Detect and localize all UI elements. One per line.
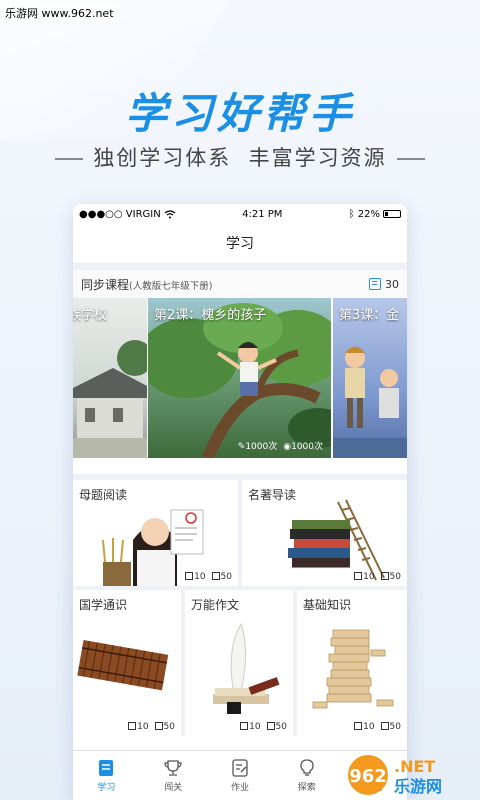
doc-icon	[211, 572, 220, 580]
divider-dash	[55, 158, 84, 160]
lesson-caption-current: 第2课：槐乡的孩子	[154, 308, 267, 323]
bamboo-slips-image	[77, 639, 169, 691]
clock-icon	[354, 572, 363, 580]
tile-stats: 10 50	[240, 722, 287, 732]
tab-challenge[interactable]: 闯关	[140, 751, 207, 800]
lesson-card-next[interactable]: 第3课：金	[333, 298, 407, 458]
jenga-tower-image	[312, 629, 394, 709]
divider-dash	[396, 158, 425, 160]
tab-explore[interactable]: 探索	[273, 751, 340, 800]
lesson-carousel[interactable]: 民族学校 第2课：槐乡的孩子 ✎1000次 ◉1000次	[73, 298, 407, 460]
tile-essay-writing[interactable]: 万能作文 10 50	[185, 590, 293, 736]
trophy-icon	[164, 759, 182, 776]
brand-logo-image: 962 .NET 乐游网	[348, 755, 442, 796]
lightbulb-icon	[300, 758, 314, 776]
page-title: 学习	[73, 224, 407, 264]
tile-topic-reading[interactable]: 母题阅读 10 50	[73, 480, 238, 586]
sync-course-header[interactable]: 同步课程(人教版七年级下册) 30	[73, 270, 407, 298]
tab-label: 闯关	[164, 782, 183, 793]
hero-subtitle: 独创学习体系 丰富学习资源	[0, 142, 480, 172]
view-count: ◉1000次	[283, 442, 323, 452]
clock-icon	[128, 722, 137, 730]
site-watermark: 乐游网 www.962.net	[2, 4, 117, 22]
lesson-count-value: 30	[385, 277, 399, 291]
lesson-caption-prev: 民族学校	[73, 308, 108, 323]
hero-subtitle-left: 独创学习体系	[93, 146, 232, 170]
tile-chinese-culture[interactable]: 国学通识 10 50	[73, 590, 181, 736]
girl-reading-image	[102, 509, 204, 586]
lesson-caption-next: 第3课：金	[339, 308, 400, 323]
book-icon	[99, 759, 114, 776]
tab-label: 学习	[97, 782, 116, 793]
list-icon	[369, 278, 381, 290]
tile-stats: 10 50	[354, 722, 401, 732]
lesson-stats: ✎1000次 ◉1000次	[238, 439, 323, 452]
category-grid: 母题阅读 10 50 名著导读 10 50 国学通识 10 50 万能作文 10…	[73, 474, 407, 736]
doc-icon	[154, 722, 163, 730]
tile-stats: 10 50	[185, 572, 232, 582]
bluetooth-icon: ᛒ	[348, 208, 355, 220]
book-stack-image	[288, 499, 385, 581]
tab-label: 探索	[297, 782, 316, 793]
doc-icon	[380, 572, 389, 580]
tab-label: 作业	[230, 782, 249, 793]
wifi-icon	[164, 209, 176, 218]
battery-percent: 22%	[357, 208, 380, 220]
tab-homework[interactable]: 作业	[207, 751, 274, 800]
quill-inkwell-image	[213, 622, 280, 714]
svg-text:.NET: .NET	[394, 757, 435, 776]
tile-stats: 10 50	[128, 722, 175, 732]
carrier-label: ●●●○○ VIRGIN	[79, 208, 161, 220]
clock-icon	[240, 722, 249, 730]
battery-icon	[382, 210, 401, 218]
svg-text:乐游网: 乐游网	[394, 777, 442, 796]
tile-basic-knowledge[interactable]: 基础知识 10 50	[297, 590, 407, 736]
status-bar: ●●●○○ VIRGIN 4:21 PM ᛒ 22%	[73, 204, 407, 224]
sync-course-edition: (人教版七年级下册)	[129, 280, 213, 292]
edit-count: ✎1000次	[237, 442, 278, 452]
sync-course-title: 同步课程	[81, 277, 130, 292]
lesson-card-prev[interactable]: 民族学校	[73, 298, 147, 458]
doc-icon	[266, 722, 275, 730]
clock-icon	[354, 722, 363, 730]
clock: 4:21 PM	[242, 208, 283, 220]
tile-stats: 10 50	[354, 572, 401, 582]
svg-text:962: 962	[349, 766, 387, 787]
brand-watermark: 962 .NET 乐游网	[346, 752, 474, 798]
hero-title: 学习好帮手	[124, 89, 355, 138]
clock-icon	[185, 572, 194, 580]
tile-classics-guide[interactable]: 名著导读 10 50	[242, 480, 407, 586]
lesson-count[interactable]: 30	[369, 278, 399, 291]
homework-icon	[232, 758, 248, 777]
lesson-card-current[interactable]: 第2课：槐乡的孩子 ✎1000次 ◉1000次	[148, 298, 331, 458]
phone-screen: ●●●○○ VIRGIN 4:21 PM ᛒ 22% 学习 同步课程(人教版七年…	[73, 204, 407, 800]
section-divider	[73, 460, 407, 474]
tab-study[interactable]: 学习	[73, 751, 140, 800]
doc-icon	[380, 722, 389, 730]
hero-subtitle-right: 丰富学习资源	[248, 146, 387, 170]
